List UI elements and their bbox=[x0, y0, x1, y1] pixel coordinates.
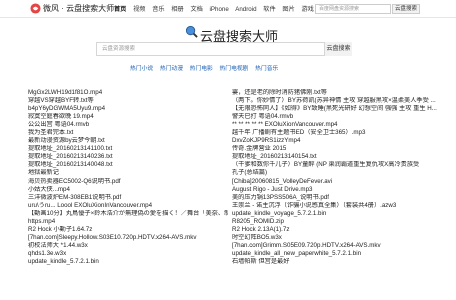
list-item[interactable]: 提取地址_20160213141100.txt bbox=[28, 145, 228, 153]
top-search-button[interactable]: 云盘搜索 bbox=[392, 4, 420, 14]
list-item[interactable]: 石墙帕斯 但宫是最好 bbox=[232, 258, 452, 266]
list-item[interactable]: 海贝热卖器EC5002-Q6说明书.pdf bbox=[28, 178, 228, 186]
list-item[interactable]: update_kindle_voyage_5.7.2.1.bin bbox=[232, 210, 452, 218]
list-item[interactable]: 最新动漫资源by云梦今朝.txt bbox=[28, 137, 228, 145]
nav-item-images[interactable]: 图片 bbox=[282, 6, 294, 13]
list-item[interactable]: 【動画10分】丸鳥優子×鈴木浩介が無理偽の愛を描く！／舞台「美奈、制作... bbox=[28, 210, 228, 218]
list-item[interactable]: [Chiba]20060815_VolleyDeFever.avi bbox=[232, 178, 452, 186]
nav-item-games[interactable]: 游戏 bbox=[302, 6, 314, 13]
list-item[interactable]: [7han.com]Sleepy.Hollow.S03E10.720p.HDTV… bbox=[28, 234, 228, 242]
list-item[interactable]: 孔子(总结篇) bbox=[232, 169, 452, 177]
list-item[interactable]: 我为圣君完本.txt bbox=[28, 129, 228, 137]
top-nav: 首页 视频 音乐 相册 文档 iPhone Android 软件 图片 游戏 bbox=[114, 4, 319, 13]
list-item[interactable]: 时空幻阵BO5.w3x bbox=[232, 234, 452, 242]
list-item[interactable]: qhds1.3e.w3x bbox=[28, 250, 228, 258]
top-search-input[interactable]: 百度网盘资源搜索 bbox=[315, 4, 391, 14]
list-item[interactable]: （两下。你妙情了）BY苏荷凯(苏异神情 主攻 穿越服黑攻×温柔美人季受 ... bbox=[232, 97, 452, 105]
main-search-input[interactable]: 云盘资源搜索 bbox=[96, 42, 352, 56]
list-item[interactable]: ** ** ** ** ** EXOluXionVancouver.mp4 bbox=[232, 121, 452, 129]
hot-link-movie[interactable]: 热门电影 bbox=[190, 66, 213, 72]
list-item[interactable]: uru\うru... Loool EXOluXionInVancouver.mp… bbox=[28, 202, 228, 210]
hot-link-anime[interactable]: 热门动漫 bbox=[160, 66, 183, 72]
list-item[interactable]: R8205_ROMID.zip bbox=[232, 218, 452, 226]
list-item[interactable]: 提取地址_20160213140154.txt bbox=[232, 153, 452, 161]
magnifier-icon bbox=[185, 25, 198, 38]
list-item[interactable]: [7han.com]Grimm.S05E09.720p.HDTV.x264-AV… bbox=[232, 242, 452, 250]
list-item[interactable]: 寂寞空庭春欲晚 19.mp4 bbox=[28, 113, 228, 121]
list-item[interactable]: MgGx2LWH19d1f81O.mp4 bbox=[28, 89, 228, 97]
hot-link-tv[interactable]: 热门电视剧 bbox=[219, 66, 248, 72]
nav-item-video[interactable]: 视频 bbox=[133, 6, 145, 13]
list-item[interactable]: DxvZoKJP9RS1izzYmp4 bbox=[232, 137, 452, 145]
list-item[interactable]: 地狱最新记 bbox=[28, 169, 228, 177]
list-item[interactable]: 传奇.金牌营业 2015 bbox=[232, 145, 452, 153]
list-item[interactable]: （干爹和数你千儿子）BY童醉 (NP 渠润霸道重生复仇攻X高冷贵族受 bbox=[232, 161, 452, 169]
nav-item-docs[interactable]: 文档 bbox=[190, 6, 202, 13]
hot-link-novel[interactable]: 热门小说 bbox=[130, 66, 153, 72]
nav-item-android[interactable]: Android bbox=[235, 6, 256, 13]
list-item[interactable]: b4pY6yDGWMA5Uyu9.mp4 bbox=[28, 105, 228, 113]
list-item[interactable]: 美的压力锅13PSS506A_说明书.pdf bbox=[232, 194, 452, 202]
list-item[interactable]: update_kindle_5.7.2.1.bin bbox=[28, 258, 228, 266]
top-bar: 微风 · 云盘搜索大师 首页 视频 音乐 相册 文档 iPhone Androi… bbox=[0, 0, 456, 18]
list-item[interactable]: August Rigo - Just Drive.mp3 bbox=[232, 186, 452, 194]
list-item[interactable]: update_kindle_all_new_paperwhite_5.7.2.1… bbox=[232, 250, 452, 258]
list-item[interactable]: R2 Hock 小動子1.64.7z bbox=[28, 226, 228, 234]
left-file-list: MgGx2LWH19d1f81O.mp4 穿越VS穿越BYF转.txt等 b4p… bbox=[28, 89, 228, 266]
list-item[interactable]: 王崇兰 - 诺主沉浮（诈骗小说感真全集）（套装共4册）.azw3 bbox=[232, 202, 452, 210]
list-item[interactable]: 小姑大侠...mp4 bbox=[28, 186, 228, 194]
nav-item-software[interactable]: 软件 bbox=[263, 6, 275, 13]
list-item[interactable]: 【无限恐怖同人】《如得》BY致睡(黑死光研好 幻想空间 强强 主攻 重生 H..… bbox=[232, 105, 452, 113]
list-item[interactable]: 霎，还是老的除时消防猪佛刚.txt等 bbox=[232, 89, 452, 97]
right-file-list: 霎，还是老的除时消防猪佛刚.txt等 （两下。你妙情了）BY苏荷凯(苏异神情 主… bbox=[232, 89, 452, 266]
nav-item-iphone[interactable]: iPhone bbox=[210, 6, 229, 13]
hot-links: 热门小说 热门动漫 热门电影 热门电视剧 热门音乐 bbox=[130, 63, 283, 72]
list-item[interactable]: 初校法师大 *1.44.w3x bbox=[28, 242, 228, 250]
list-item[interactable]: 提取地址_20160213140236.txt bbox=[28, 153, 228, 161]
list-item[interactable]: R2 Hock 2.13A(1).7z bbox=[232, 226, 452, 234]
list-item[interactable]: 穿越VS穿越BYF转.txt等 bbox=[28, 97, 228, 105]
main-search-button[interactable]: 云盘搜索 bbox=[324, 42, 352, 56]
nav-item-album[interactable]: 相册 bbox=[171, 6, 183, 13]
brand-title[interactable]: 微风 · 云盘搜索大师 bbox=[43, 3, 114, 14]
logo-icon[interactable] bbox=[30, 3, 41, 14]
list-item[interactable]: 越千年 广播剧有主题书ED（安全卫士365）.mp3 bbox=[232, 129, 452, 137]
list-item[interactable]: 提取地址_20160213140048.txt bbox=[28, 161, 228, 169]
list-item[interactable]: https.mp4 bbox=[28, 218, 228, 226]
list-item[interactable]: 警天已打 粤语04.rmvb bbox=[232, 113, 452, 121]
hot-link-music[interactable]: 热门音乐 bbox=[255, 66, 278, 72]
nav-item-home[interactable]: 首页 bbox=[114, 6, 126, 13]
list-item[interactable]: 三洋微波炉EM-308EB1说明书.pdf bbox=[28, 194, 228, 202]
list-item[interactable]: 公公出宫 粤语04.rmvb bbox=[28, 121, 228, 129]
nav-item-music[interactable]: 音乐 bbox=[152, 6, 164, 13]
